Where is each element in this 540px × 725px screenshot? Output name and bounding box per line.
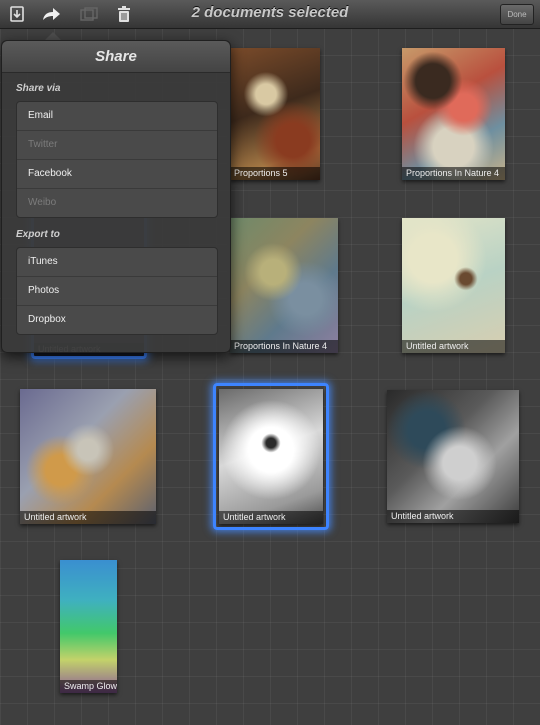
artwork-thumbnail[interactable]: Proportions In Nature 4 — [402, 48, 505, 180]
export-dropbox-item[interactable]: Dropbox — [17, 305, 217, 334]
artwork-thumbnail[interactable]: Swamp Glow — [60, 560, 117, 693]
artwork-thumbnail[interactable]: Untitled artwork — [402, 218, 505, 353]
share-popover: Share Share via Email Twitter Facebook W… — [1, 40, 231, 353]
artwork-thumbnail[interactable]: Proportions 5 — [230, 48, 320, 180]
export-to-label: Export to — [16, 229, 60, 240]
artwork-caption: Proportions In Nature 4 — [230, 340, 338, 353]
artwork-thumbnail[interactable]: Untitled artwork — [387, 390, 519, 523]
done-button[interactable]: Done — [500, 4, 534, 25]
artwork-thumbnail[interactable]: Untitled artwork — [20, 389, 156, 524]
artwork-caption: Untitled artwork — [20, 511, 156, 524]
artwork-caption: Proportions 5 — [230, 167, 320, 180]
share-twitter-item: Twitter — [17, 130, 217, 159]
export-to-group: iTunes Photos Dropbox — [16, 247, 218, 335]
export-photos-item[interactable]: Photos — [17, 276, 217, 305]
top-toolbar: 2 documents selected Done — [0, 0, 540, 29]
export-itunes-item[interactable]: iTunes — [17, 248, 217, 276]
popover-title: Share — [2, 41, 230, 73]
artwork-caption: Swamp Glow — [60, 680, 117, 693]
share-weibo-item: Weibo — [17, 188, 217, 217]
selection-highlight — [213, 383, 329, 530]
artwork-caption: Untitled artwork — [402, 340, 505, 353]
artwork-thumbnail[interactable]: Proportions In Nature 4 — [230, 218, 338, 353]
share-facebook-item[interactable]: Facebook — [17, 159, 217, 188]
share-via-label: Share via — [16, 83, 61, 94]
artwork-caption: Untitled artwork — [387, 510, 519, 523]
share-via-group: Email Twitter Facebook Weibo — [16, 101, 218, 218]
share-email-item[interactable]: Email — [17, 102, 217, 130]
artwork-caption: Proportions In Nature 4 — [402, 167, 505, 180]
toolbar-title: 2 documents selected — [191, 4, 349, 21]
